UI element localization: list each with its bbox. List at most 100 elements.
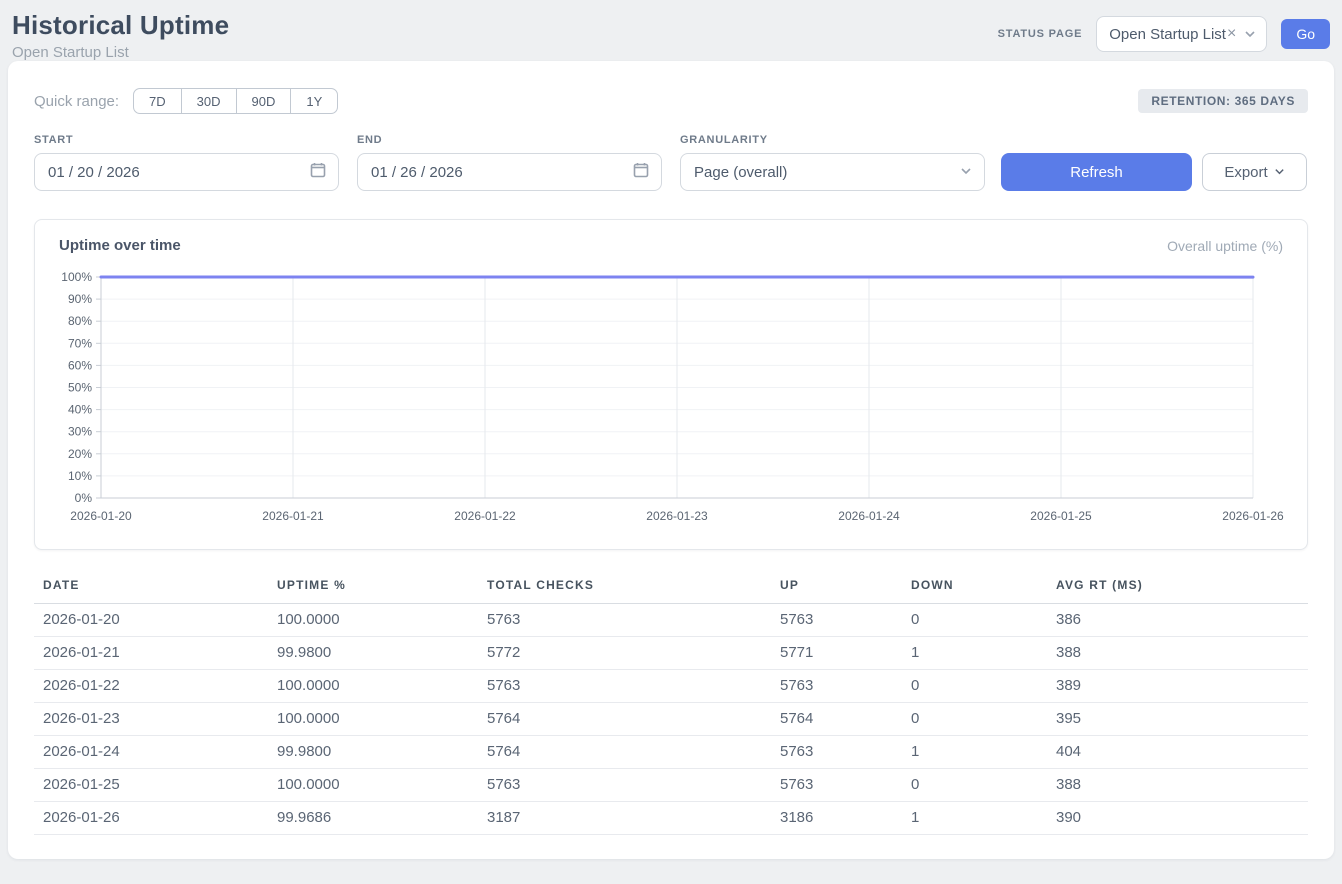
table-cell: 395: [1056, 703, 1308, 736]
table-cell: 0: [911, 604, 1056, 637]
table-cell: 5764: [487, 736, 780, 769]
chevron-down-icon: [1244, 28, 1256, 40]
export-button[interactable]: Export: [1202, 153, 1307, 191]
table-cell: 390: [1056, 802, 1308, 835]
uptime-table: DATEUPTIME %TOTAL CHECKSUPDOWNAVG RT (MS…: [34, 576, 1308, 835]
quick-range-30d-button[interactable]: 30D: [181, 88, 237, 114]
top-bar: Historical Uptime Open Startup List STAT…: [0, 0, 1342, 61]
quick-range-label: Quick range:: [34, 93, 119, 110]
table-cell: 5763: [780, 604, 911, 637]
table-cell: 100.0000: [277, 670, 487, 703]
controls-row: START 01 / 20 / 2026 END 01 / 26 / 2026 …: [34, 134, 1308, 191]
svg-text:80%: 80%: [68, 314, 92, 328]
table-cell: 5764: [780, 703, 911, 736]
svg-text:60%: 60%: [68, 358, 92, 372]
table-cell: 5763: [487, 604, 780, 637]
start-date-label: START: [34, 134, 339, 146]
table-cell: 3186: [780, 802, 911, 835]
table-cell: 2026-01-21: [34, 637, 277, 670]
svg-text:2026-01-24: 2026-01-24: [838, 509, 900, 523]
table-cell: 2026-01-20: [34, 604, 277, 637]
table-cell: 388: [1056, 769, 1308, 802]
end-date-label: END: [357, 134, 662, 146]
table-row: 2026-01-25100.0000576357630388: [34, 769, 1308, 802]
svg-text:30%: 30%: [68, 425, 92, 439]
table-row: 2026-01-20100.0000576357630386: [34, 604, 1308, 637]
status-page-label: STATUS PAGE: [998, 28, 1083, 40]
go-button[interactable]: Go: [1281, 19, 1330, 49]
chart-legend: Overall uptime (%): [1167, 238, 1283, 254]
end-date-value: 01 / 26 / 2026: [371, 164, 463, 181]
quick-range-90d-button[interactable]: 90D: [236, 88, 292, 114]
svg-text:70%: 70%: [68, 336, 92, 350]
calendar-icon[interactable]: [310, 162, 326, 182]
svg-text:2026-01-25: 2026-01-25: [1030, 509, 1092, 523]
svg-text:2026-01-22: 2026-01-22: [454, 509, 516, 523]
svg-text:2026-01-26: 2026-01-26: [1222, 509, 1284, 523]
quick-range-group: 7D30D90D1Y: [133, 88, 338, 114]
column-header: TOTAL CHECKS: [487, 576, 780, 604]
table-row: 2026-01-2499.9800576457631404: [34, 736, 1308, 769]
refresh-button[interactable]: Refresh: [1001, 153, 1192, 191]
table-cell: 0: [911, 769, 1056, 802]
table-row: 2026-01-22100.0000576357630389: [34, 670, 1308, 703]
table-cell: 5771: [780, 637, 911, 670]
svg-text:2026-01-21: 2026-01-21: [262, 509, 324, 523]
end-date-field: END 01 / 26 / 2026: [357, 134, 662, 191]
table-cell: 5763: [487, 769, 780, 802]
quick-range-7d-button[interactable]: 7D: [133, 88, 182, 114]
page-subtitle: Open Startup List: [12, 44, 229, 61]
svg-text:50%: 50%: [68, 381, 92, 395]
svg-text:0%: 0%: [75, 491, 93, 505]
quick-range-row: Quick range: 7D30D90D1Y RETENTION: 365 D…: [34, 88, 1308, 114]
table-cell: 1: [911, 736, 1056, 769]
topbar-right: STATUS PAGE Open Startup List × Go: [998, 16, 1330, 52]
table-cell: 5763: [780, 736, 911, 769]
column-header: UP: [780, 576, 911, 604]
column-header: DATE: [34, 576, 277, 604]
page-title: Historical Uptime: [12, 10, 229, 41]
svg-text:90%: 90%: [68, 292, 92, 306]
table-cell: 2026-01-23: [34, 703, 277, 736]
chart-title: Uptime over time: [59, 237, 181, 254]
table-cell: 99.9800: [277, 637, 487, 670]
main-panel: Quick range: 7D30D90D1Y RETENTION: 365 D…: [8, 61, 1334, 859]
table-cell: 386: [1056, 604, 1308, 637]
table-cell: 2026-01-24: [34, 736, 277, 769]
table-cell: 100.0000: [277, 604, 487, 637]
table-cell: 404: [1056, 736, 1308, 769]
uptime-chart-card: Uptime over time Overall uptime (%) 0% 10…: [34, 219, 1308, 550]
start-date-value: 01 / 20 / 2026: [48, 164, 140, 181]
table-cell: 99.9686: [277, 802, 487, 835]
clear-icon[interactable]: ×: [1227, 25, 1236, 43]
svg-text:2026-01-23: 2026-01-23: [646, 509, 708, 523]
table-cell: 1: [911, 802, 1056, 835]
table-cell: 2026-01-25: [34, 769, 277, 802]
chevron-down-icon: [1274, 164, 1285, 181]
quick-range-1y-button[interactable]: 1Y: [290, 88, 338, 114]
start-date-input[interactable]: 01 / 20 / 2026: [34, 153, 339, 191]
status-page-value: Open Startup List: [1109, 26, 1226, 43]
table-cell: 5763: [780, 670, 911, 703]
granularity-select[interactable]: Page (overall): [680, 153, 985, 191]
granularity-field: GRANULARITY Page (overall): [680, 134, 985, 191]
table-row: 2026-01-2699.9686318731861390: [34, 802, 1308, 835]
end-date-input[interactable]: 01 / 26 / 2026: [357, 153, 662, 191]
table-cell: 5763: [487, 670, 780, 703]
calendar-icon[interactable]: [633, 162, 649, 182]
table-cell: 3187: [487, 802, 780, 835]
table-cell: 0: [911, 670, 1056, 703]
table-cell: 100.0000: [277, 703, 487, 736]
table-cell: 1: [911, 637, 1056, 670]
chevron-down-icon: [960, 164, 972, 181]
chart-header: Uptime over time Overall uptime (%): [59, 237, 1283, 254]
table-cell: 2026-01-26: [34, 802, 277, 835]
column-header: UPTIME %: [277, 576, 487, 604]
table-row: 2026-01-23100.0000576457640395: [34, 703, 1308, 736]
table-cell: 99.9800: [277, 736, 487, 769]
svg-text:40%: 40%: [68, 403, 92, 417]
svg-text:10%: 10%: [68, 469, 92, 483]
svg-text:20%: 20%: [68, 447, 92, 461]
status-page-select[interactable]: Open Startup List ×: [1096, 16, 1267, 52]
table-cell: 100.0000: [277, 769, 487, 802]
